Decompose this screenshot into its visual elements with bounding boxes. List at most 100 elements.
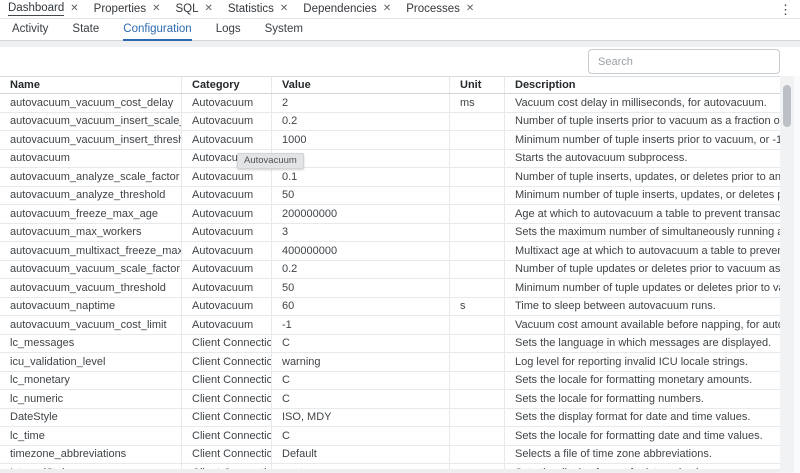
cell-value: 0.2 [272, 261, 450, 279]
close-icon[interactable]: ✕ [152, 4, 160, 14]
kebab-menu-icon[interactable]: ⋮ [779, 2, 792, 18]
sub-tab-logs[interactable]: Logs [216, 19, 241, 41]
main-tab-properties[interactable]: Properties ✕ [94, 3, 161, 16]
close-icon[interactable]: ✕ [280, 4, 288, 14]
cell-category: Autovacuum [182, 279, 272, 297]
table-row[interactable]: icu_validation_levelClient Connection De… [0, 353, 780, 372]
sub-tab-activity[interactable]: Activity [12, 19, 48, 41]
table-row[interactable]: autovacuum_vacuum_cost_limitAutovacuum-1… [0, 316, 780, 335]
cell-category: Client Connection Defaults [182, 409, 272, 427]
main-tab-label: Statistics [228, 3, 274, 16]
table-row[interactable]: lc_monetaryClient Connection DefaultsCSe… [0, 372, 780, 391]
close-icon[interactable]: ✕ [383, 4, 391, 14]
sub-tab-state[interactable]: State [72, 19, 99, 41]
table-row[interactable]: autovacuum_analyze_scale_factorAutovacuu… [0, 168, 780, 187]
cell-category: Autovacuum [182, 131, 272, 149]
cell-value: 400000000 [272, 242, 450, 260]
cell-category: Autovacuum [182, 224, 272, 242]
table-row[interactable]: autovacuum_max_workersAutovacuum3Sets th… [0, 224, 780, 243]
main-tab-label: Processes [406, 3, 460, 16]
table-row[interactable]: autovacuum_multixact_freeze_max_ageAutov… [0, 242, 780, 261]
sub-tab-system[interactable]: System [265, 19, 303, 41]
cell-description: Minimum number of tuple updates or delet… [505, 279, 780, 297]
column-header-description: Description [505, 77, 780, 93]
cell-name: autovacuum [0, 150, 182, 168]
table-row[interactable]: autovacuum_vacuum_insert_scale_factorAut… [0, 113, 780, 132]
horizontal-scrollbar[interactable] [0, 469, 780, 473]
cell-unit [450, 187, 505, 205]
table-row[interactable]: autovacuum_naptimeAutovacuum60sTime to s… [0, 298, 780, 317]
cell-description: Number of tuple inserts prior to vacuum … [505, 113, 780, 131]
close-icon[interactable]: ✕ [70, 4, 78, 14]
vertical-scrollbar[interactable] [780, 76, 794, 473]
cell-name: timezone_abbreviations [0, 446, 182, 464]
cell-name: autovacuum_naptime [0, 298, 182, 316]
main-tab-label: Dependencies [303, 3, 377, 16]
table-row[interactable]: autovacuumAutovacuumonStarts the autovac… [0, 150, 780, 169]
cell-description: Sets the maximum number of simultaneousl… [505, 224, 780, 242]
cell-description: Sets the locale for formatting monetary … [505, 372, 780, 390]
main-tab-statistics[interactable]: Statistics ✕ [228, 3, 288, 16]
main-tab-label: Properties [94, 3, 146, 16]
sub-tab-bar: Activity State Configuration Logs System [0, 19, 800, 41]
cell-unit [450, 316, 505, 334]
main-tab-bar: Dashboard✕Properties✕SQL✕Statistics✕Depe… [0, 0, 800, 19]
table-row[interactable]: autovacuum_vacuum_cost_delayAutovacuum2m… [0, 94, 780, 113]
table-row[interactable]: timezone_abbreviationsClient Connection … [0, 446, 780, 465]
cell-description: Selects a file of time zone abbreviation… [505, 446, 780, 464]
cell-value: 50 [272, 279, 450, 297]
cell-name: autovacuum_max_workers [0, 224, 182, 242]
cell-unit [450, 427, 505, 445]
cell-category: Autovacuum [182, 168, 272, 186]
main-tab-dependencies[interactable]: Dependencies ✕ [303, 3, 391, 16]
search-input[interactable] [588, 49, 780, 74]
cell-unit: s [450, 298, 505, 316]
cell-unit: ms [450, 94, 505, 112]
main-tab-dashboard[interactable]: Dashboard✕ [8, 2, 79, 16]
close-icon[interactable]: ✕ [204, 4, 212, 14]
scrollbar-gutter [794, 76, 800, 473]
table-row[interactable]: lc_numericClient Connection DefaultsCSet… [0, 390, 780, 409]
cell-name: lc_messages [0, 335, 182, 353]
cell-description: Sets the locale for formatting date and … [505, 427, 780, 445]
cell-name: lc_monetary [0, 372, 182, 390]
sub-tab-configuration[interactable]: Configuration [123, 19, 191, 41]
main-tab-sql[interactable]: SQL ✕ [175, 3, 212, 16]
table-row[interactable]: lc_timeClient Connection DefaultsCSets t… [0, 427, 780, 446]
cell-value: 0.1 [272, 168, 450, 186]
cell-name: autovacuum_vacuum_cost_limit [0, 316, 182, 334]
cell-unit [450, 224, 505, 242]
cell-category: Autovacuum [182, 94, 272, 112]
cell-value: 2 [272, 94, 450, 112]
cell-value: C [272, 372, 450, 390]
cell-category: Client Connection Defaults [182, 446, 272, 464]
category-tooltip: Autovacuum [237, 153, 304, 169]
main-tab-processes[interactable]: Processes ✕ [406, 3, 474, 16]
table-row[interactable]: autovacuum_vacuum_thresholdAutovacuum50 M… [0, 279, 780, 298]
table-row[interactable]: DateStyleClient Connection DefaultsISO, … [0, 409, 780, 428]
cell-name: autovacuum_analyze_scale_factor [0, 168, 182, 186]
dashboard-panel: Dashboard✕Properties✕SQL✕Statistics✕Depe… [0, 0, 800, 473]
cell-unit [450, 205, 505, 223]
table-row[interactable]: autovacuum_analyze_thresholdAutovacuum50… [0, 187, 780, 206]
table-row[interactable]: autovacuum_freeze_max_ageAutovacuum20000… [0, 205, 780, 224]
cell-description: Number of tuple updates or deletes prior… [505, 261, 780, 279]
cell-category: Client Connection Defaults [182, 335, 272, 353]
cell-name: autovacuum_vacuum_threshold [0, 279, 182, 297]
cell-value: Default [272, 446, 450, 464]
cell-unit [450, 353, 505, 371]
table-row[interactable]: lc_messagesClient Connection DefaultsCSe… [0, 335, 780, 354]
cell-description: Minimum number of tuple inserts, updates… [505, 187, 780, 205]
cell-description: Minimum number of tuple inserts prior to… [505, 131, 780, 149]
table-row[interactable]: autovacuum_vacuum_insert_thresholdAutova… [0, 131, 780, 150]
cell-value: 60 [272, 298, 450, 316]
close-icon[interactable]: ✕ [466, 4, 474, 14]
cell-name: lc_numeric [0, 390, 182, 408]
cell-category: Autovacuum [182, 242, 272, 260]
cell-value: 200000000 [272, 205, 450, 223]
vertical-scrollbar-thumb[interactable] [783, 85, 791, 127]
cell-name: autovacuum_vacuum_cost_delay [0, 94, 182, 112]
main-tab-label: SQL [175, 3, 198, 16]
table-row[interactable]: autovacuum_vacuum_scale_factorAutovacuum… [0, 261, 780, 280]
cell-value: ISO, MDY [272, 409, 450, 427]
